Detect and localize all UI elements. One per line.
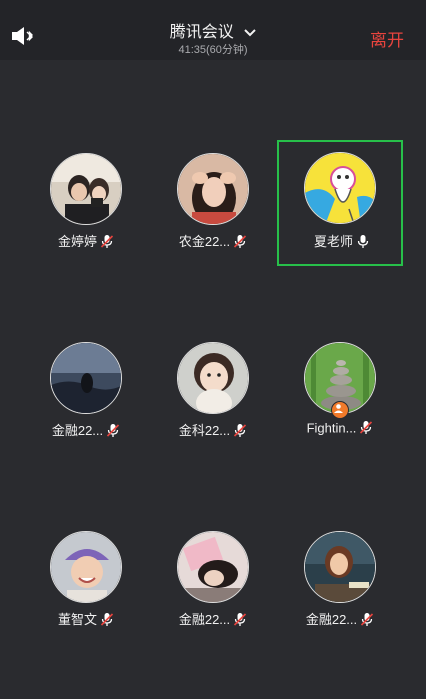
- mic-on-icon: [356, 234, 370, 252]
- participant-grid: 金婷婷 农金22... 夏老师 金融22... 金科22... Fightin.…: [0, 60, 426, 699]
- leave-button[interactable]: 离开: [370, 26, 404, 51]
- participant-name-row: 金婷婷: [23, 231, 149, 252]
- participant-name-row: 农金22...: [150, 231, 276, 252]
- mic-muted-icon: [233, 423, 247, 441]
- avatar: [177, 531, 249, 603]
- participant-name: 金婷婷: [57, 234, 97, 249]
- participant-name-row: 金融22...: [277, 609, 403, 630]
- participant-name: 金科22...: [178, 423, 231, 438]
- mic-muted-icon: [100, 612, 114, 630]
- participant-name-row: 金科22...: [150, 420, 276, 441]
- participant-name: Fightin...: [306, 420, 357, 436]
- avatar: [177, 153, 249, 225]
- mic-muted-icon: [100, 234, 114, 252]
- avatar: [50, 342, 122, 414]
- avatar: [50, 531, 122, 603]
- participant-tile[interactable]: 金婷婷: [23, 141, 149, 267]
- meeting-title: 腾讯会议: [169, 24, 234, 41]
- mic-muted-icon: [233, 612, 247, 630]
- participant-tile[interactable]: 金融22...: [23, 330, 149, 456]
- avatar: [304, 531, 376, 603]
- participant-tile[interactable]: Fightin...: [277, 330, 403, 456]
- participant-name: 金融22...: [178, 612, 231, 627]
- mic-muted-icon: [360, 612, 374, 630]
- mic-muted-icon: [233, 234, 247, 252]
- avatar: [177, 342, 249, 414]
- participant-name-row: 董智文: [23, 609, 149, 630]
- host-badge-icon: [331, 401, 349, 419]
- chevron-down-icon: [244, 24, 256, 42]
- participant-tile[interactable]: 金融22...: [277, 519, 403, 645]
- participant-name-row: 夏老师: [279, 231, 405, 252]
- participant-name: 金融22...: [305, 612, 358, 627]
- participant-tile[interactable]: 金科22...: [150, 330, 276, 456]
- mic-muted-icon: [359, 420, 373, 438]
- participant-name: 金融22...: [51, 423, 104, 438]
- mic-muted-icon: [106, 423, 120, 441]
- meeting-timer: 41:35(60分钟): [178, 44, 248, 56]
- participant-tile[interactable]: 金融22...: [150, 519, 276, 645]
- participant-name-row: Fightin...: [277, 420, 403, 438]
- participant-tile[interactable]: 农金22...: [150, 141, 276, 267]
- participant-name: 农金22...: [178, 234, 231, 249]
- top-bar: 腾讯会议 41:35(60分钟) 离开: [0, 0, 426, 60]
- avatar: [50, 153, 122, 225]
- participant-name-row: 金融22...: [23, 420, 149, 441]
- meeting-title-dropdown[interactable]: 腾讯会议: [0, 18, 426, 42]
- participant-name: 董智文: [57, 612, 97, 627]
- participant-name: 夏老师: [313, 234, 353, 249]
- participant-name-row: 金融22...: [150, 609, 276, 630]
- participant-tile-active-speaker[interactable]: 夏老师: [277, 140, 403, 266]
- participant-tile[interactable]: 董智文: [23, 519, 149, 645]
- avatar: [304, 152, 376, 224]
